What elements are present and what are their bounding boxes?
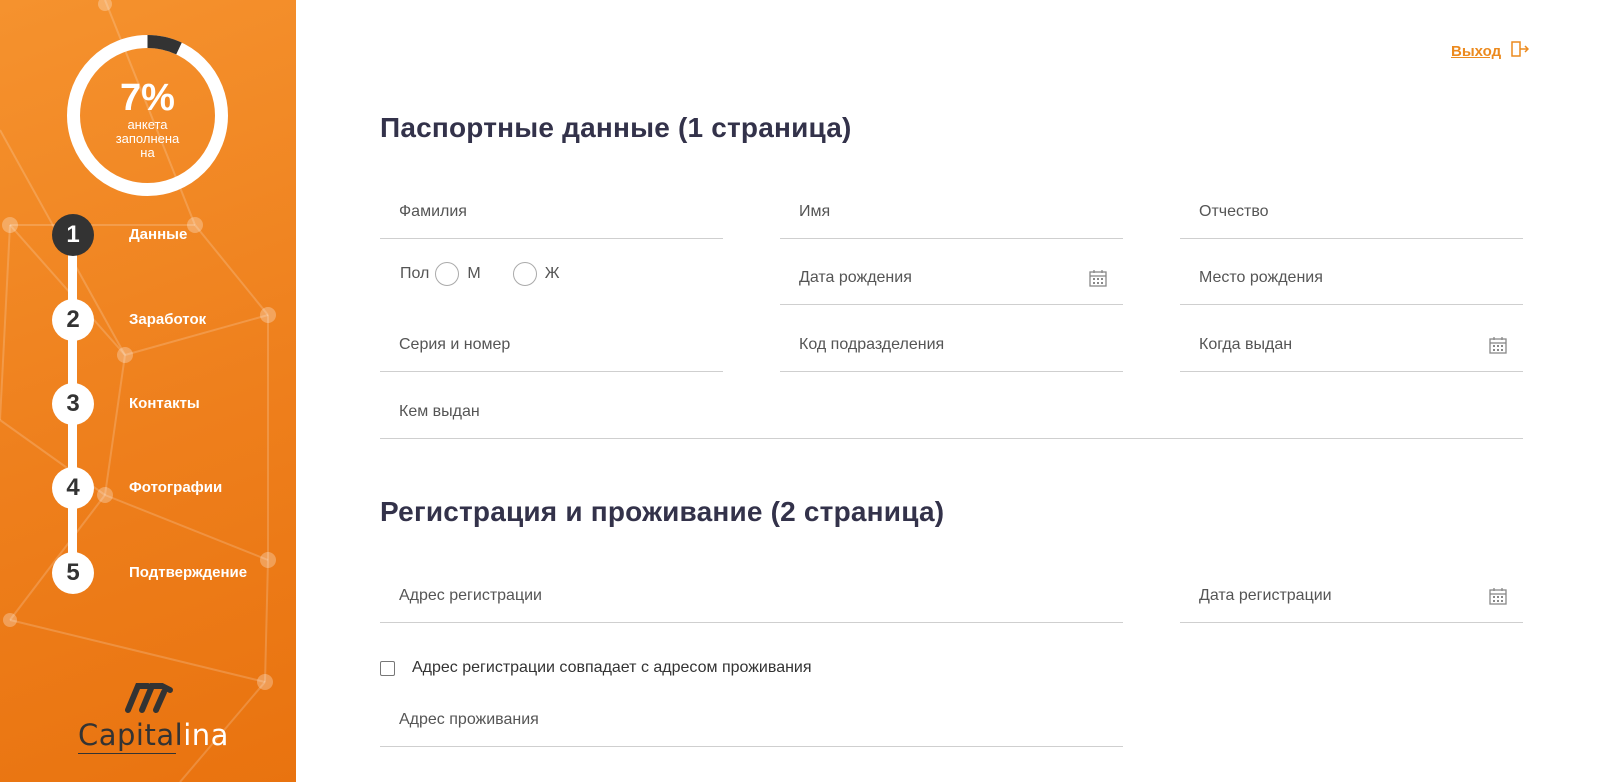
step-label: Подтверждение — [129, 564, 248, 581]
step-label: Заработок — [129, 311, 207, 328]
calendar-icon[interactable] — [1489, 587, 1507, 610]
progress-label: анкета заполнена на — [115, 116, 180, 160]
logo-mark-icon — [125, 683, 173, 713]
step-label: Данные — [129, 226, 188, 243]
step-label: Фотографии — [129, 479, 223, 496]
exit-door-icon — [1511, 41, 1530, 61]
gender-option-female[interactable]: Ж — [507, 262, 560, 286]
living-address-placeholder: Адрес проживания — [399, 711, 539, 728]
step-3-contacts[interactable]: 3 Контакты — [52, 383, 200, 425]
gender-radio-group: Пол М Ж — [400, 262, 586, 286]
reg-address-field[interactable]: Адрес регистрации — [380, 574, 1123, 623]
logo-underline — [78, 753, 176, 754]
registration-section-title: Регистрация и проживание (2 страница) — [380, 496, 945, 527]
department-code-field[interactable]: Код подразделения — [780, 323, 1123, 372]
surname-placeholder: Фамилия — [399, 203, 467, 220]
progress-percent: 7% — [120, 76, 175, 119]
logo-wordmark: Capitalina — [78, 718, 229, 752]
sidebar: 7% анкета заполнена на 1 Данные 2 Зарабо… — [0, 0, 296, 782]
birth-place-field[interactable]: Место рождения — [1180, 256, 1523, 305]
logo-word-tail: ina — [183, 718, 229, 752]
patronymic-placeholder: Отчество — [1199, 203, 1269, 220]
reg-address-placeholder: Адрес регистрации — [399, 587, 542, 604]
step-1-data[interactable]: 1 Данные — [52, 214, 187, 256]
step-4-photos[interactable]: 4 Фотографии — [52, 467, 222, 509]
same-address-checkbox[interactable] — [380, 660, 395, 676]
step-number: 4 — [52, 467, 94, 509]
exit-label: Выход — [1451, 42, 1502, 60]
issued-by-placeholder: Кем выдан — [399, 403, 480, 420]
progress-ring: 7% анкета заполнена на — [65, 33, 230, 198]
gender-female-radio[interactable] — [512, 262, 537, 286]
step-2-earnings[interactable]: 2 Заработок — [52, 299, 206, 341]
passport-section-title: Паспортные данные (1 страница) — [380, 112, 852, 143]
calendar-icon[interactable] — [1089, 269, 1107, 292]
issue-date-field[interactable]: Когда выдан — [1180, 323, 1523, 372]
birth-date-field[interactable]: Дата рождения — [780, 256, 1123, 305]
name-field[interactable]: Имя — [780, 190, 1123, 239]
same-address-label: Адрес регистрации совпадает с адресом пр… — [412, 659, 812, 676]
gender-option-male[interactable]: М — [429, 262, 481, 286]
step-5-confirmation[interactable]: 5 Подтверждение — [52, 552, 247, 594]
gender-male-label: М — [467, 265, 481, 282]
surname-field[interactable]: Фамилия — [380, 190, 723, 239]
calendar-icon[interactable] — [1489, 336, 1507, 359]
birth-date-placeholder: Дата рождения — [799, 269, 912, 286]
series-number-field[interactable]: Серия и номер — [380, 323, 723, 372]
reg-date-field[interactable]: Дата регистрации — [1180, 574, 1523, 623]
gender-male-radio[interactable] — [435, 262, 460, 286]
gender-female-label: Ж — [544, 265, 560, 282]
living-address-field[interactable]: Адрес проживания — [380, 698, 1123, 747]
reg-date-placeholder: Дата регистрации — [1199, 587, 1332, 604]
name-placeholder: Имя — [799, 203, 831, 220]
department-code-placeholder: Код подразделения — [799, 336, 945, 353]
step-number: 3 — [52, 383, 94, 425]
step-number: 1 — [52, 214, 94, 256]
gender-label: Пол — [400, 265, 430, 282]
issued-by-field[interactable]: Кем выдан — [380, 390, 1523, 439]
step-number: 2 — [52, 299, 94, 341]
exit-link[interactable]: Выход — [1451, 41, 1530, 61]
patronymic-field[interactable]: Отчество — [1180, 190, 1523, 239]
logo-word-main: Capital — [78, 718, 184, 752]
series-number-placeholder: Серия и номер — [399, 336, 511, 353]
same-address-row[interactable]: Адрес регистрации совпадает с адресом пр… — [380, 659, 812, 677]
issue-date-placeholder: Когда выдан — [1199, 336, 1293, 353]
birth-place-placeholder: Место рождения — [1199, 269, 1323, 286]
step-label: Контакты — [129, 395, 200, 412]
step-number: 5 — [52, 552, 94, 594]
